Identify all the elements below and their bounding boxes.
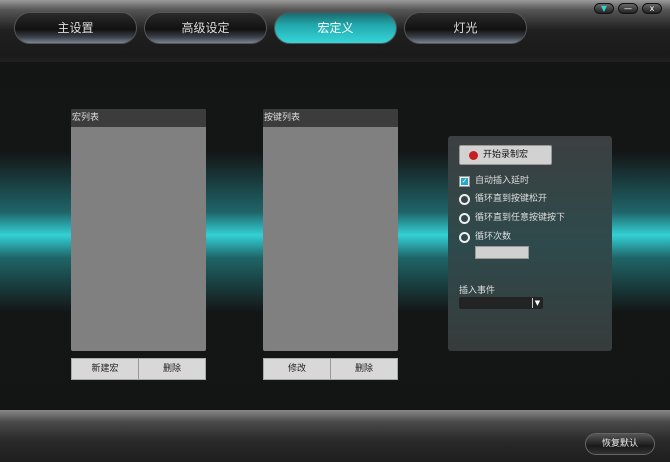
- loop-count-radio[interactable]: 循环次数: [459, 231, 511, 244]
- auto-delay-label: 自动插入延时: [475, 176, 530, 186]
- auto-delay-checkbox[interactable]: ✓ 自动插入延时: [459, 175, 529, 188]
- loop-until-release-radio[interactable]: 循环直到按键松开: [459, 193, 547, 206]
- minimize-icon[interactable]: —: [618, 3, 638, 14]
- key-list-buttons: 修改 删除: [263, 358, 398, 380]
- option-label: 循环次数: [475, 232, 512, 242]
- option-label: 循环直到任意按键按下: [475, 213, 566, 223]
- tab-macro[interactable]: 宏定义: [274, 12, 397, 44]
- start-record-button[interactable]: 开始录制宏: [459, 145, 552, 165]
- chevron-down-icon: ▼: [532, 298, 542, 308]
- key-list-title: 按键列表: [263, 109, 398, 127]
- record-icon: [469, 151, 478, 160]
- checkbox-checked-icon: ✓: [459, 176, 470, 187]
- loop-until-any-key-radio[interactable]: 循环直到任意按键按下: [459, 212, 565, 225]
- menu-dropdown-icon[interactable]: ▼: [594, 3, 614, 14]
- record-panel: 开始录制宏 ✓ 自动插入延时 循环直到按键松开 循环直到任意按键按下 循环次数 插…: [448, 136, 612, 351]
- key-list[interactable]: 按键列表: [263, 109, 398, 351]
- new-macro-button[interactable]: 新建宏: [72, 359, 138, 379]
- tab-lighting[interactable]: 灯光: [404, 12, 527, 44]
- delete-macro-button[interactable]: 删除: [138, 359, 205, 379]
- restore-defaults-button[interactable]: 恢复默认: [585, 433, 655, 455]
- radio-icon: [459, 232, 470, 243]
- edit-key-button[interactable]: 修改: [264, 359, 330, 379]
- delete-key-button[interactable]: 删除: [330, 359, 397, 379]
- tab-main-settings[interactable]: 主设置: [14, 12, 137, 44]
- insert-event-label: 插入事件: [459, 286, 496, 296]
- close-icon[interactable]: x: [642, 3, 662, 14]
- tab-advanced[interactable]: 高级设定: [144, 12, 267, 44]
- macro-list-title: 宏列表: [71, 109, 206, 127]
- radio-icon: [459, 194, 470, 205]
- start-record-label: 开始录制宏: [483, 150, 529, 160]
- macro-list-buttons: 新建宏 删除: [71, 358, 206, 380]
- loop-count-input[interactable]: [475, 246, 529, 259]
- macro-list[interactable]: 宏列表: [71, 109, 206, 351]
- radio-icon: [459, 213, 470, 224]
- option-label: 循环直到按键松开: [475, 194, 548, 204]
- insert-event-select[interactable]: ▼: [459, 297, 543, 309]
- bottom-bar: [0, 410, 670, 462]
